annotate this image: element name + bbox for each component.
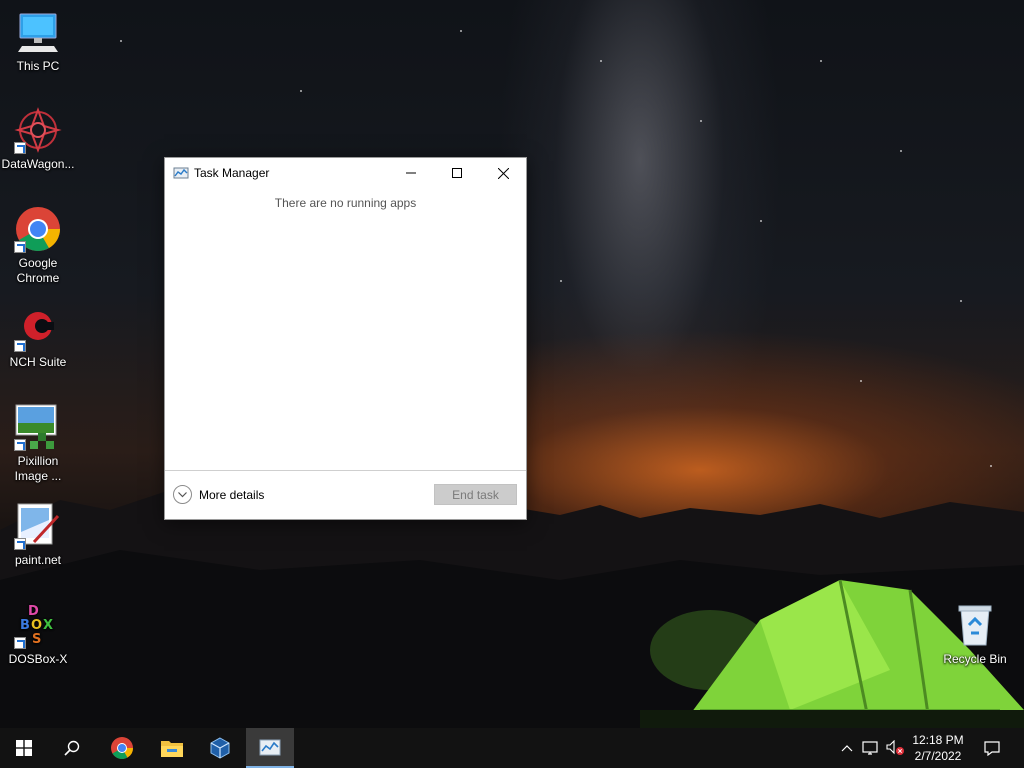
- desktop-icon-paint-net[interactable]: paint.net: [0, 502, 76, 568]
- volume-button[interactable]: [884, 728, 906, 768]
- desktop-icon-label: Recycle Bin: [943, 652, 1007, 666]
- desktop-icon-pixillion[interactable]: Pixillion Image ...: [0, 403, 76, 484]
- taskbar-clock[interactable]: 12:18 PM 2/7/2022: [905, 732, 971, 764]
- desktop-icon-dosbox-x[interactable]: D B O X S DOSBox-X: [0, 601, 76, 667]
- desktop-icon-this-pc[interactable]: This PC: [0, 8, 76, 74]
- shortcut-arrow-icon: [14, 439, 26, 451]
- task-manager-icon: [173, 165, 189, 181]
- desktop-icon-label: Google Chrome: [16, 256, 60, 285]
- close-icon: [497, 167, 509, 179]
- virtualbox-icon: [210, 737, 230, 759]
- desktop-icon-label: NCH Suite: [9, 355, 67, 369]
- chrome-icon: [14, 205, 62, 253]
- desktop-icon-label: DOSBox-X: [8, 652, 68, 666]
- action-center-button[interactable]: [978, 728, 1006, 768]
- file-explorer-icon: [161, 741, 183, 757]
- shortcut-arrow-icon: [14, 637, 26, 649]
- chevron-up-icon: [841, 744, 853, 751]
- desktop-icon-label: Pixillion Image ...: [14, 454, 62, 483]
- search-button[interactable]: [48, 728, 96, 768]
- pixillion-icon: [14, 403, 62, 451]
- shortcut-arrow-icon: [14, 340, 26, 352]
- network-icon: [862, 741, 878, 755]
- clock-date: 2/7/2022: [914, 749, 962, 763]
- paint-net-icon: [14, 502, 62, 550]
- svg-text:B: B: [20, 618, 30, 633]
- search-icon: [64, 740, 80, 756]
- end-task-button[interactable]: End task: [434, 484, 517, 505]
- chevron-down-icon: [173, 485, 192, 504]
- windows-start-icon: [16, 740, 32, 756]
- desktop-icon-label: paint.net: [14, 553, 62, 567]
- taskbar: 12:18 PM 2/7/2022: [0, 728, 1024, 768]
- desktop-icon-google-chrome[interactable]: Google Chrome: [0, 205, 76, 286]
- desktop-icon-label: This PC: [16, 59, 60, 73]
- svg-text:D: D: [28, 604, 39, 619]
- dosbox-x-icon: D B O X S: [14, 601, 62, 649]
- task-manager-icon: [259, 739, 281, 756]
- volume-muted-icon: [886, 740, 904, 755]
- more-details-button[interactable]: More details: [173, 485, 264, 504]
- maximize-button[interactable]: [434, 158, 480, 188]
- maximize-icon: [452, 168, 462, 178]
- svg-text:O: O: [31, 618, 42, 633]
- desktop-icon-nch-suite[interactable]: NCH Suite: [0, 304, 76, 370]
- task-manager-window[interactable]: Task Manager There are no running apps M…: [164, 157, 527, 520]
- svg-text:X: X: [43, 618, 53, 633]
- datawagon-icon: [14, 106, 62, 154]
- recycle-bin-icon: [951, 601, 999, 649]
- taskbar-chrome-button[interactable]: [98, 728, 146, 768]
- no-running-apps-message: There are no running apps: [274, 196, 417, 210]
- clock-time: 12:18 PM: [912, 733, 964, 747]
- start-button[interactable]: [0, 728, 48, 768]
- desktop-icon-label: DataWagon...: [1, 157, 75, 171]
- desktop-icon-datawagon[interactable]: DataWagon...: [0, 106, 76, 172]
- taskbar-task-manager-button[interactable]: [246, 728, 294, 768]
- desktop-icon-recycle-bin[interactable]: Recycle Bin: [937, 601, 1013, 667]
- shortcut-arrow-icon: [14, 241, 26, 253]
- task-manager-footer: More details End task: [165, 470, 526, 519]
- shortcut-arrow-icon: [14, 538, 26, 550]
- taskbar-file-explorer-button[interactable]: [148, 728, 196, 768]
- minimize-icon: [406, 172, 416, 174]
- shortcut-arrow-icon: [14, 142, 26, 154]
- nch-suite-icon: [14, 304, 62, 352]
- taskbar-virtualbox-button[interactable]: [196, 728, 244, 768]
- computer-icon: [14, 8, 62, 56]
- window-title: Task Manager: [194, 166, 270, 180]
- title-bar[interactable]: Task Manager: [165, 158, 526, 188]
- network-button[interactable]: [860, 728, 882, 768]
- close-button[interactable]: [480, 158, 526, 188]
- chrome-icon: [111, 737, 133, 759]
- show-hidden-icons-button[interactable]: [838, 728, 856, 768]
- notifications-icon: [984, 741, 1000, 756]
- minimize-button[interactable]: [388, 158, 434, 188]
- svg-text:S: S: [32, 632, 41, 647]
- more-details-label: More details: [199, 487, 265, 502]
